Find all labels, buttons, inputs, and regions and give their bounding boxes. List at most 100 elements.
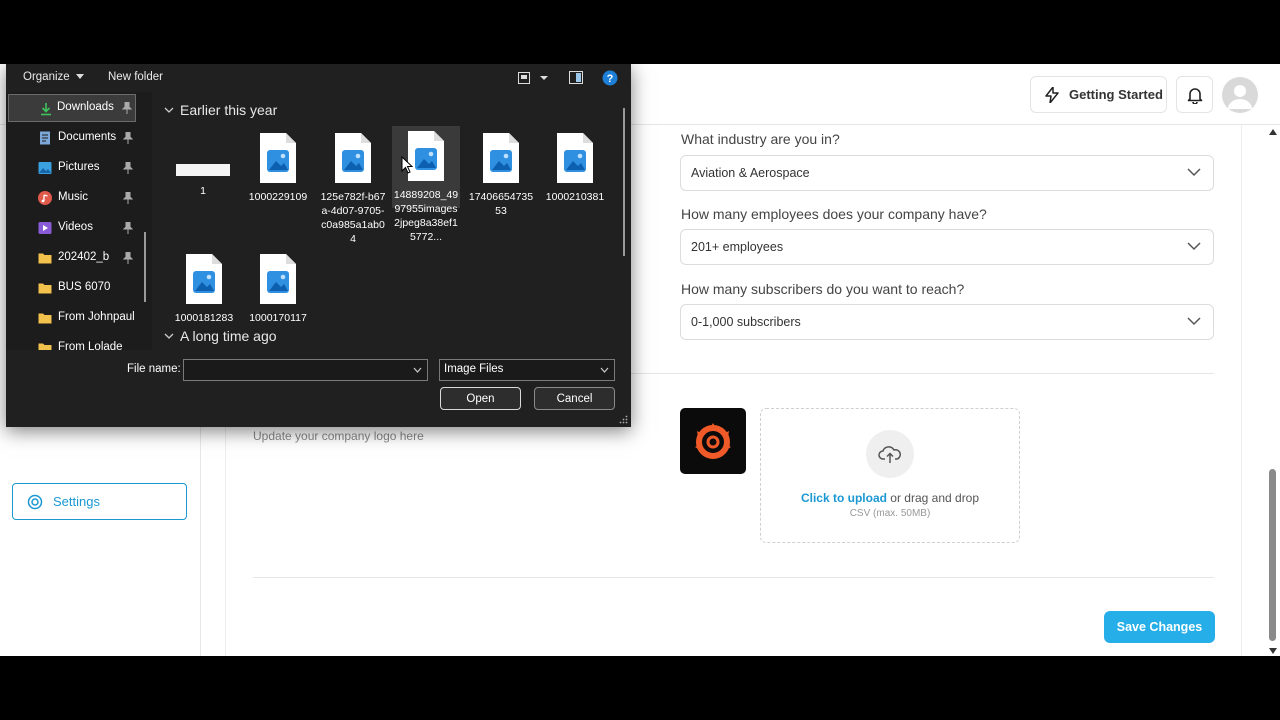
lightning-icon bbox=[1045, 86, 1059, 103]
click-to-upload-link[interactable]: Click to upload bbox=[801, 491, 887, 505]
nav-label: Videos bbox=[58, 221, 93, 233]
nav-label: From Lolade bbox=[58, 341, 123, 350]
employees-select[interactable]: 201+ employees bbox=[680, 229, 1214, 265]
file-item[interactable]: 1000229109 bbox=[244, 128, 312, 204]
nav-item-from-lolade[interactable]: From Lolade bbox=[8, 334, 136, 350]
pictures-icon bbox=[38, 162, 52, 174]
screen: Getting Started Settings What industry a… bbox=[0, 64, 1280, 656]
file-item[interactable]: 1740665473553 bbox=[467, 128, 535, 218]
documents-icon bbox=[40, 131, 50, 145]
sidebar-item-label: Settings bbox=[53, 494, 100, 509]
upload-format-hint: CSV (max. 50MB) bbox=[849, 508, 931, 519]
grafana-logo-icon bbox=[695, 423, 731, 459]
nav-item-202402-b[interactable]: 202402_b bbox=[8, 244, 136, 272]
file-name: 1000229109 bbox=[248, 191, 308, 203]
nav-label: Downloads bbox=[57, 101, 114, 113]
group-header-long-ago[interactable]: A long time ago bbox=[164, 328, 277, 344]
file-item[interactable]: 1000181283 bbox=[170, 249, 238, 325]
dialog-bottom-bar: File name: Image Files Open Cancel bbox=[6, 350, 631, 427]
industry-question: What industry are you in? bbox=[681, 131, 840, 147]
employees-question: How many employees does your company hav… bbox=[681, 206, 987, 222]
nav-item-videos[interactable]: Videos bbox=[8, 214, 136, 242]
getting-started-label: Getting Started bbox=[1069, 87, 1163, 102]
new-folder-button[interactable]: New folder bbox=[108, 71, 163, 83]
group-header-earlier[interactable]: Earlier this year bbox=[164, 102, 277, 118]
employees-value: 201+ employees bbox=[691, 240, 784, 254]
chevron-down-icon bbox=[164, 333, 174, 339]
group-label: A long time ago bbox=[180, 328, 277, 344]
nav-label: From Johnpaul bbox=[58, 311, 135, 323]
upload-instruction: Click to upload or drag and drop bbox=[761, 491, 1019, 505]
nav-label: Music bbox=[58, 191, 89, 203]
videos-icon bbox=[38, 222, 52, 234]
chevron-down-icon bbox=[1187, 242, 1201, 251]
help-icon[interactable]: ? bbox=[602, 70, 618, 86]
file-name: 1 bbox=[200, 185, 206, 197]
bell-icon bbox=[1187, 87, 1202, 104]
image-file-icon bbox=[483, 133, 519, 183]
file-name: 125e782f-b67a-4d07-9705-c0a985a1ab04 bbox=[320, 191, 386, 245]
download-icon bbox=[41, 103, 51, 116]
nav-scrollbar[interactable] bbox=[144, 232, 146, 302]
file-item[interactable]: 1 bbox=[169, 128, 237, 198]
cancel-button[interactable]: Cancel bbox=[534, 387, 615, 410]
subscribers-value: 0-1,000 subscribers bbox=[691, 315, 801, 329]
blank-image-thumbnail bbox=[176, 164, 230, 176]
file-name: 1000170117 bbox=[249, 312, 307, 324]
nav-item-from-johnpaul[interactable]: From Johnpaul bbox=[8, 304, 136, 332]
view-options-icon[interactable] bbox=[518, 72, 548, 84]
nav-item-documents[interactable]: Documents bbox=[8, 124, 136, 152]
nav-item-downloads[interactable]: Downloads bbox=[8, 94, 136, 122]
pin-icon bbox=[123, 162, 133, 174]
file-item[interactable]: 125e782f-b67a-4d07-9705-c0a985a1ab04 bbox=[319, 128, 387, 246]
preview-pane-icon[interactable] bbox=[569, 71, 583, 84]
save-changes-button[interactable]: Save Changes bbox=[1104, 611, 1215, 643]
pin-icon bbox=[123, 252, 133, 264]
folder-icon bbox=[38, 343, 52, 350]
file-item[interactable]: 1000210381 bbox=[541, 128, 609, 204]
dialog-toolbar: Organize New folder ? bbox=[6, 64, 631, 92]
file-type-value: Image Files bbox=[444, 363, 504, 375]
image-file-icon bbox=[557, 133, 593, 183]
file-name: 1740665473553 bbox=[468, 191, 534, 217]
nav-item-pictures[interactable]: Pictures bbox=[8, 154, 136, 182]
page-scroll-thumb[interactable] bbox=[1269, 469, 1276, 641]
folder-icon bbox=[38, 283, 52, 294]
getting-started-button[interactable]: Getting Started bbox=[1030, 76, 1167, 113]
upload-dropzone[interactable]: Click to upload or drag and drop CSV (ma… bbox=[760, 408, 1020, 543]
navigation-pane: Downloads Documents Pictures Music Video bbox=[6, 92, 152, 350]
organize-menu[interactable]: Organize bbox=[23, 71, 84, 83]
nav-item-music[interactable]: Music bbox=[8, 184, 136, 212]
file-item[interactable]: 1000170117 bbox=[244, 249, 312, 325]
nav-item-bus-6070[interactable]: BUS 6070 bbox=[8, 274, 136, 302]
svg-text:?: ? bbox=[607, 73, 614, 85]
chevron-down-icon bbox=[1187, 168, 1201, 177]
settings-icon bbox=[27, 494, 43, 509]
nav-label: 202402_b bbox=[58, 251, 110, 263]
resize-grip-icon[interactable] bbox=[619, 415, 628, 424]
file-name: 1000210381 bbox=[545, 191, 605, 203]
open-button[interactable]: Open bbox=[440, 387, 521, 410]
chevron-down-icon[interactable] bbox=[413, 367, 422, 373]
files-scrollbar[interactable] bbox=[623, 108, 625, 256]
folder-icon bbox=[38, 313, 52, 324]
file-type-select[interactable]: Image Files bbox=[439, 359, 615, 381]
file-name-input[interactable] bbox=[183, 359, 428, 381]
subscribers-select[interactable]: 0-1,000 subscribers bbox=[680, 304, 1214, 340]
music-icon bbox=[38, 191, 52, 205]
image-file-icon bbox=[260, 254, 296, 304]
upload-icon-circle bbox=[866, 430, 914, 478]
notifications-button[interactable] bbox=[1176, 76, 1213, 113]
logo-hint: Update your company logo here bbox=[253, 429, 424, 443]
industry-value: Aviation & Aerospace bbox=[691, 166, 810, 180]
nav-label: Documents bbox=[58, 131, 117, 143]
nav-label: BUS 6070 bbox=[58, 281, 111, 293]
nav-label: Pictures bbox=[58, 161, 100, 173]
avatar[interactable] bbox=[1222, 77, 1258, 113]
chevron-down-icon bbox=[600, 367, 609, 373]
industry-select[interactable]: Aviation & Aerospace bbox=[680, 155, 1214, 191]
sidebar-item-settings[interactable]: Settings bbox=[12, 483, 187, 520]
image-file-icon bbox=[260, 133, 296, 183]
chevron-down-icon bbox=[1187, 317, 1201, 326]
scroll-up-icon bbox=[1269, 129, 1277, 135]
